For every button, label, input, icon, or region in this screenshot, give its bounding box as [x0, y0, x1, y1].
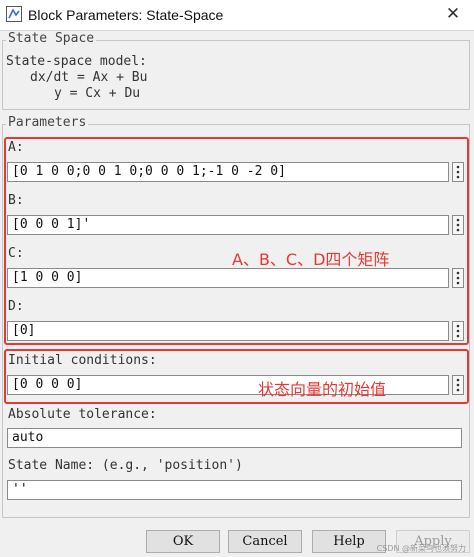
- close-icon[interactable]: ✕: [442, 3, 464, 25]
- absolute-tolerance-field[interactable]: auto: [7, 428, 462, 448]
- window-title: Block Parameters: State-Space: [28, 7, 224, 23]
- model-description-line1: State-space model:: [6, 54, 147, 69]
- title-bar: Block Parameters: State-Space ✕: [0, 0, 474, 31]
- initial-conditions-annotation: 状态向量的初始值: [258, 380, 387, 399]
- ok-button[interactable]: OK: [146, 530, 220, 553]
- absolute-tolerance-label: Absolute tolerance:: [8, 407, 157, 422]
- help-button[interactable]: Help: [312, 530, 386, 553]
- model-description-line3: y = Cx + Du: [54, 86, 141, 101]
- initial-conditions-highlight-box: [4, 349, 469, 404]
- state-name-label: State Name: (e.g., 'position'): [8, 458, 243, 473]
- matrices-annotation: A、B、C、D四个矩阵: [232, 250, 390, 269]
- watermark: CSDN @新菜鸟也须努力: [376, 544, 466, 553]
- state-space-legend: State Space: [6, 31, 97, 46]
- matrices-highlight-box: [4, 137, 469, 345]
- model-description-line2: dx/dt = Ax + Bu: [30, 70, 148, 85]
- cancel-button[interactable]: Cancel: [228, 530, 302, 553]
- state-name-field[interactable]: '': [7, 480, 462, 500]
- parameters-legend: Parameters: [6, 115, 89, 130]
- simulink-block-icon: [6, 6, 22, 22]
